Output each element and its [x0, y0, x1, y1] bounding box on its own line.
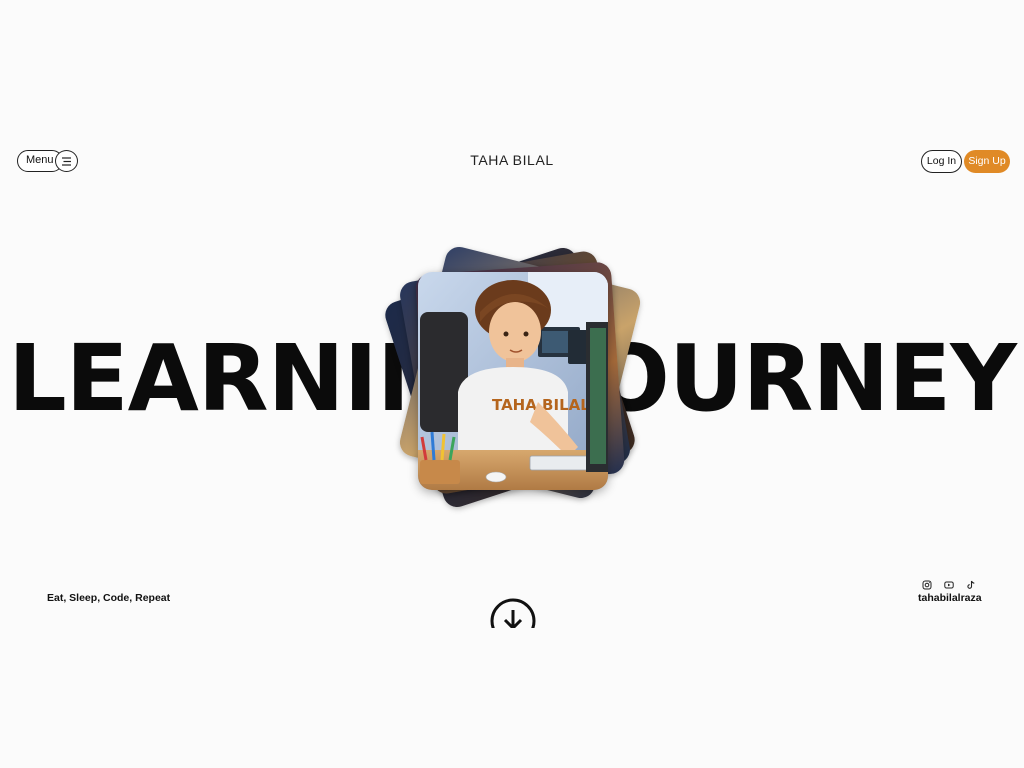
social-handle[interactable]: tahabilalraza	[918, 592, 982, 604]
tiktok-icon[interactable]	[966, 577, 976, 589]
page: Menu TAHA BILAL Log In Sign Up LEARNING …	[0, 0, 1024, 768]
hero-illustration: TAHA BILAL	[418, 272, 608, 490]
top-band	[0, 0, 1024, 140]
login-button[interactable]: Log In	[921, 150, 962, 173]
youtube-icon[interactable]	[944, 577, 954, 589]
bottom-band	[0, 628, 1024, 768]
scroll-down-button[interactable]	[490, 598, 536, 628]
hero-image-stack: TAHA BILAL	[380, 240, 650, 525]
tagline: Eat, Sleep, Code, Repeat	[47, 592, 171, 604]
social-links	[922, 577, 976, 590]
signup-button[interactable]: Sign Up	[964, 150, 1010, 173]
arrow-down-circle-icon	[490, 598, 536, 628]
brand-logo-text[interactable]: TAHA BILAL	[0, 152, 1024, 168]
coder-illustration: TAHA BILAL	[418, 272, 608, 490]
instagram-icon[interactable]	[922, 577, 932, 590]
